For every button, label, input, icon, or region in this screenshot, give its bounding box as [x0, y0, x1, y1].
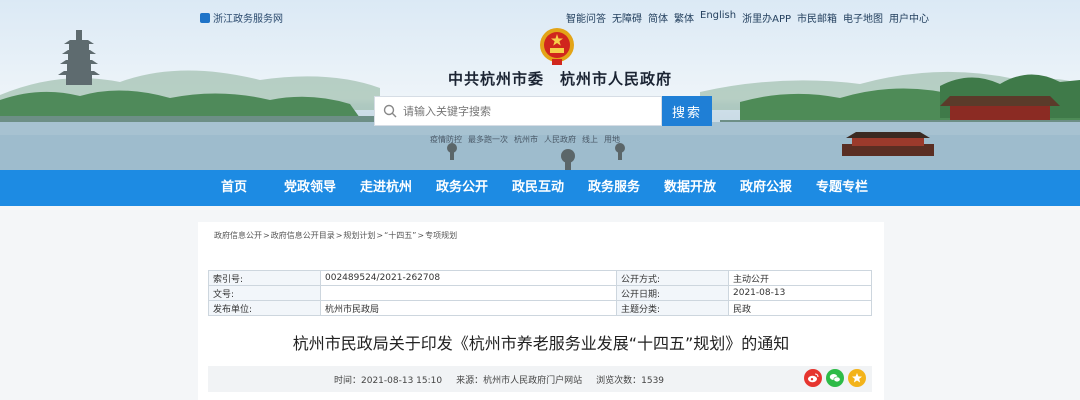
- table-row: 发布单位: 杭州市民政局 主题分类: 民政: [208, 300, 872, 316]
- nav-item-gazette[interactable]: 政府公报: [728, 170, 804, 206]
- table-row: 文号: 公开日期: 2021-08-13: [208, 285, 872, 301]
- national-emblem-icon: [540, 28, 574, 65]
- header-banner: 浙江政务服务网 智能问答 无障碍 简体 繁体 English 浙里办APP 市民…: [0, 0, 1080, 170]
- top-link-simplified[interactable]: 简体: [648, 10, 668, 25]
- zhejiang-gov-service-link[interactable]: 浙江政务服务网: [200, 10, 283, 25]
- table-row: 索引号: 002489524/2021-262708 公开方式: 主动公开: [208, 270, 872, 286]
- meta-label: 公开方式:: [616, 270, 729, 286]
- site-name[interactable]: 浙江政务服务网: [213, 10, 283, 25]
- top-link-map[interactable]: 电子地图: [843, 10, 883, 25]
- hot-word[interactable]: 疫情防控: [430, 134, 462, 145]
- meta-value: 002489524/2021-262708: [320, 270, 617, 286]
- top-link-ai-qa[interactable]: 智能问答: [566, 10, 606, 25]
- hot-word[interactable]: 用地: [604, 134, 620, 145]
- search-box[interactable]: [374, 96, 662, 126]
- nav-item-open-data[interactable]: 数据开放: [652, 170, 728, 206]
- document-source: 来源：杭州市人民政府门户网站: [456, 376, 583, 386]
- hot-word[interactable]: 线上: [582, 134, 598, 145]
- favorite-button[interactable]: [848, 369, 866, 387]
- top-link-user-center[interactable]: 用户中心: [889, 10, 929, 25]
- breadcrumb-item[interactable]: “十四五”: [384, 231, 416, 240]
- star-icon: [852, 373, 862, 383]
- meta-label: 公开日期:: [616, 285, 729, 301]
- hot-word[interactable]: 杭州市: [514, 134, 538, 145]
- zhejiang-logo-icon: [200, 12, 210, 23]
- hot-search-words: 疫情防控 最多跑一次 杭州市 人民政府 线上 用地: [430, 134, 620, 145]
- view-count: 浏览次数：1539: [596, 376, 665, 386]
- article-panel: 政府信息公开>政府信息公开目录>规划计划>“十四五”>专项规划 索引号: 002…: [198, 222, 884, 400]
- nav-item-gov-services[interactable]: 政务服务: [576, 170, 652, 206]
- breadcrumb-item[interactable]: 规划计划: [343, 231, 375, 240]
- meta-label: 文号:: [208, 285, 321, 301]
- nav-item-interaction[interactable]: 政民互动: [500, 170, 576, 206]
- document-meta-table: 索引号: 002489524/2021-262708 公开方式: 主动公开 文号…: [208, 270, 872, 316]
- nav-item-party-leaders[interactable]: 党政领导: [272, 170, 348, 206]
- meta-value: [320, 285, 617, 301]
- breadcrumb-item[interactable]: 政府信息公开目录: [271, 231, 335, 240]
- document-info-bar: 时间：2021-08-13 15:10 来源：杭州市人民政府门户网站 浏览次数：…: [208, 366, 872, 392]
- top-link-citizen-mail[interactable]: 市民邮箱: [797, 10, 837, 25]
- document-meta-line: 时间：2021-08-13 15:10 来源：杭州市人民政府门户网站 浏览次数：…: [334, 373, 664, 386]
- nav-item-home[interactable]: 首页: [196, 170, 272, 206]
- top-link-accessibility[interactable]: 无障碍: [612, 10, 642, 25]
- search-icon: [383, 104, 397, 118]
- weibo-icon: [808, 373, 819, 383]
- search-button[interactable]: 搜索: [662, 96, 712, 126]
- meta-value: 民政: [728, 300, 872, 316]
- wechat-share-button[interactable]: [826, 369, 844, 387]
- meta-label: 发布单位:: [208, 300, 321, 316]
- breadcrumb-item[interactable]: 政府信息公开: [214, 231, 262, 240]
- publish-time: 时间：2021-08-13 15:10: [334, 376, 443, 386]
- share-buttons: [804, 369, 866, 387]
- main-nav: 首页 党政领导 走进杭州 政务公开 政民互动 政务服务 数据开放 政府公报 专题…: [0, 170, 1080, 206]
- meta-value: 主动公开: [728, 270, 872, 286]
- breadcrumb: 政府信息公开>政府信息公开目录>规划计划>“十四五”>专项规划: [214, 231, 458, 240]
- government-title: 中共杭州市委 杭州市人民政府: [448, 70, 673, 88]
- breadcrumb-item[interactable]: 专项规划: [425, 231, 457, 240]
- nav-item-about-hangzhou[interactable]: 走进杭州: [348, 170, 424, 206]
- search-input[interactable]: [403, 104, 643, 118]
- nav-item-gov-disclosure[interactable]: 政务公开: [424, 170, 500, 206]
- wechat-icon: [829, 374, 841, 383]
- meta-value: 杭州市民政局: [320, 300, 617, 316]
- meta-label: 索引号:: [208, 270, 321, 286]
- nav-item-special-topics[interactable]: 专题专栏: [804, 170, 880, 206]
- meta-label: 主题分类:: [616, 300, 729, 316]
- top-links: 智能问答 无障碍 简体 繁体 English 浙里办APP 市民邮箱 电子地图 …: [566, 10, 929, 25]
- hot-word[interactable]: 人民政府: [544, 134, 576, 145]
- top-link-english[interactable]: English: [700, 10, 736, 25]
- hot-word[interactable]: 最多跑一次: [468, 134, 508, 145]
- meta-value: 2021-08-13: [728, 285, 872, 301]
- top-link-zlb-app[interactable]: 浙里办APP: [742, 10, 791, 25]
- weibo-share-button[interactable]: [804, 369, 822, 387]
- document-title: 杭州市民政局关于印发《杭州市养老服务业发展“十四五”规划》的通知: [292, 334, 790, 353]
- top-link-traditional[interactable]: 繁体: [674, 10, 694, 25]
